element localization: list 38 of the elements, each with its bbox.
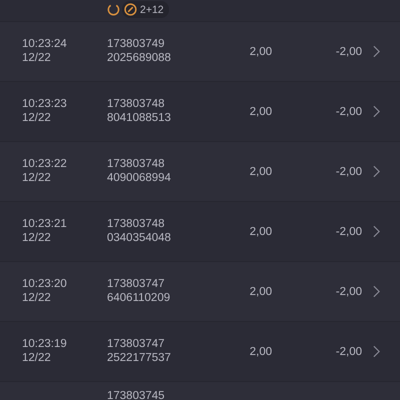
row-time: 10:23:19	[22, 338, 68, 352]
row-date: 12/22	[22, 232, 52, 245]
row-date: 12/22	[22, 172, 52, 185]
result-amount: -2,00	[334, 346, 362, 358]
badge-count: 2+12	[140, 4, 164, 16]
round-id: 8041088513	[107, 112, 172, 125]
row-time: 10:23:23	[22, 98, 68, 112]
round-id: 2025689088	[107, 52, 172, 65]
result-amount: -2,00	[334, 166, 362, 178]
round-id: 6406110209	[107, 292, 172, 305]
row-time: 10:23:20	[22, 278, 68, 292]
round-id: 173803747	[107, 338, 166, 352]
round-id: 173803749	[107, 38, 166, 52]
round-id: 173803747	[107, 278, 166, 292]
row-time: 10:23:22	[22, 158, 68, 172]
result-amount: -2,00	[334, 286, 362, 298]
stake-amount: 2,00	[248, 286, 272, 298]
round-id: 173803748	[107, 158, 166, 172]
row-date: 12/22	[22, 352, 52, 365]
stake-amount: 2,00	[248, 106, 272, 118]
round-id: 173803748	[107, 218, 166, 232]
round-id: 4090068994	[107, 172, 172, 185]
stake-amount: 2,00	[248, 346, 272, 358]
row-date: 12/22	[22, 112, 52, 125]
result-amount: -2,00	[334, 226, 362, 238]
stake-amount: 2,00	[248, 226, 272, 238]
round-id: 2522177537	[107, 352, 172, 365]
stake-amount: 2,00	[248, 166, 272, 178]
round-id: 173803748	[107, 98, 166, 112]
stake-amount: 2,00	[248, 46, 272, 58]
round-id: 173803745	[107, 390, 166, 400]
row-time: 10:23:24	[22, 38, 68, 52]
result-amount: -2,00	[334, 106, 362, 118]
round-id: 0340354048	[107, 232, 172, 245]
row-date: 12/22	[22, 52, 52, 65]
row-time: 10:23:21	[22, 218, 68, 232]
result-amount: -2,00	[334, 46, 362, 58]
row-date: 12/22	[22, 292, 52, 305]
